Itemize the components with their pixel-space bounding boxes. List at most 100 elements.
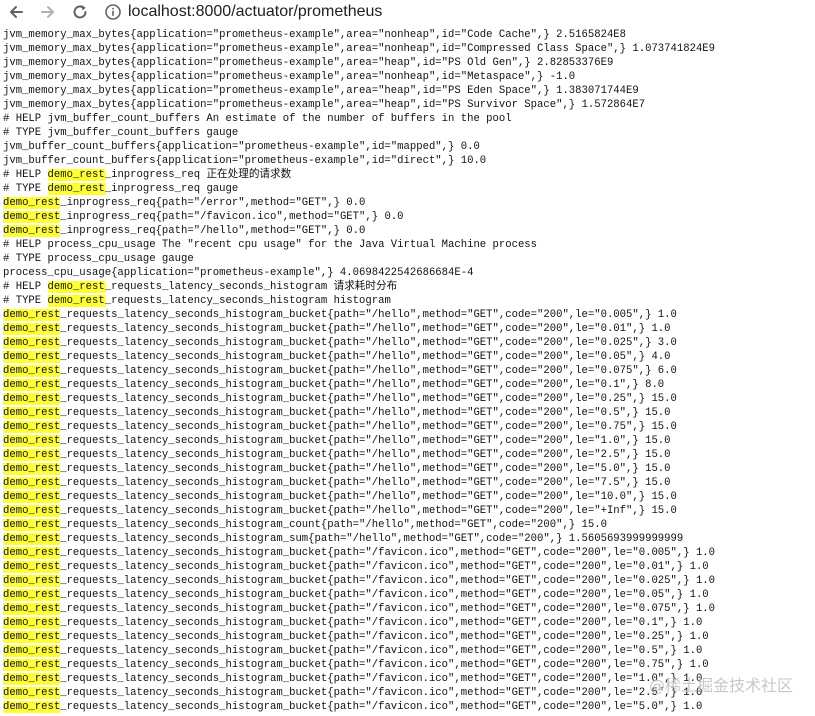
metric-line: demo_rest_requests_latency_seconds_histo… [0, 434, 815, 448]
arrow-left-icon [10, 6, 23, 18]
metric-line: demo_rest_requests_latency_seconds_histo… [0, 462, 815, 476]
metric-line: # HELP process_cpu_usage The "recent cpu… [0, 238, 815, 252]
metric-line: demo_rest_inprogress_req{path="/error",m… [0, 196, 815, 210]
address-bar[interactable]: localhost:8000/actuator/prometheus [104, 0, 382, 24]
metric-line: demo_rest_inprogress_req{path="/hello",m… [0, 224, 815, 238]
metric-line: jvm_memory_max_bytes{application="promet… [0, 42, 815, 56]
search-highlight: demo_rest [3, 519, 61, 531]
metric-line-prefix: # HELP [3, 281, 48, 293]
search-highlight: demo_rest [47, 169, 105, 181]
search-highlight: demo_rest [3, 351, 61, 363]
browser-toolbar: localhost:8000/actuator/prometheus [0, 0, 815, 24]
metric-line-text: jvm_buffer_count_buffers{application="pr… [3, 141, 480, 153]
search-highlight: demo_rest [3, 589, 61, 601]
watermark: @稀土掘金技术社区 [648, 676, 793, 695]
metric-line-text: _requests_latency_seconds_histogram_buck… [60, 351, 671, 363]
metric-line: jvm_buffer_count_buffers{application="pr… [0, 154, 815, 168]
metric-line-text: _inprogress_req{path="/favicon.ico",meth… [60, 211, 404, 223]
search-highlight: demo_rest [3, 477, 61, 489]
metric-line: jvm_memory_max_bytes{application="promet… [0, 56, 815, 70]
metric-line-text: _requests_latency_seconds_histogram_buck… [60, 337, 677, 349]
info-circle-icon[interactable] [104, 3, 122, 21]
metric-line-text: _requests_latency_seconds_histogram_buck… [60, 631, 709, 643]
search-highlight: demo_rest [3, 435, 61, 447]
search-highlight: demo_rest [3, 701, 61, 713]
metric-line-text: _requests_latency_seconds_histogram_buck… [60, 393, 677, 405]
search-highlight: demo_rest [3, 449, 61, 461]
search-highlight: demo_rest [3, 505, 61, 517]
url-text[interactable]: localhost:8000/actuator/prometheus [128, 3, 382, 21]
metric-line-text: jvm_memory_max_bytes{application="promet… [3, 43, 716, 55]
search-highlight: demo_rest [3, 533, 61, 545]
search-highlight: demo_rest [3, 407, 61, 419]
metric-line: demo_rest_requests_latency_seconds_histo… [0, 588, 815, 602]
metric-line: demo_rest_requests_latency_seconds_histo… [0, 504, 815, 518]
metric-line: # HELP demo_rest_inprogress_req 正在处理的请求数 [0, 168, 815, 182]
metric-line: demo_rest_requests_latency_seconds_histo… [0, 546, 815, 560]
metric-line-text: # TYPE process_cpu_usage gauge [3, 253, 194, 265]
metric-line: # HELP jvm_buffer_count_buffers An estim… [0, 112, 815, 126]
search-highlight: demo_rest [47, 295, 105, 307]
metric-line-text: _requests_latency_seconds_histogram_buck… [60, 673, 703, 685]
metric-line: # TYPE process_cpu_usage gauge [0, 252, 815, 266]
metric-line-text: _requests_latency_seconds_histogram_buck… [60, 309, 677, 321]
metric-line-text: jvm_memory_max_bytes{application="promet… [3, 29, 627, 41]
metric-line: demo_rest_requests_latency_seconds_histo… [0, 644, 815, 658]
metric-line: jvm_memory_max_bytes{application="promet… [0, 84, 815, 98]
metric-line-text: _requests_latency_seconds_histogram_buck… [60, 379, 665, 391]
forward-button[interactable] [32, 0, 64, 24]
search-highlight: demo_rest [3, 379, 61, 391]
metric-line: demo_rest_requests_latency_seconds_histo… [0, 308, 815, 322]
metric-line-text: _requests_latency_seconds_histogram hist… [104, 295, 391, 307]
metric-line: # TYPE demo_rest_inprogress_req gauge [0, 182, 815, 196]
metric-line: demo_rest_requests_latency_seconds_histo… [0, 336, 815, 350]
search-highlight: demo_rest [3, 687, 61, 699]
metric-line: jvm_memory_max_bytes{application="promet… [0, 98, 815, 112]
metrics-text-content: jvm_memory_max_bytes{application="promet… [0, 28, 815, 716]
metric-line: # TYPE demo_rest_requests_latency_second… [0, 294, 815, 308]
metric-line: demo_rest_requests_latency_seconds_histo… [0, 658, 815, 672]
metric-line-text: _requests_latency_seconds_histogram_sum{… [60, 533, 684, 545]
search-highlight: demo_rest [3, 561, 61, 573]
metric-line: demo_rest_requests_latency_seconds_histo… [0, 574, 815, 588]
search-highlight: demo_rest [3, 421, 61, 433]
metric-line-text: process_cpu_usage{application="prometheu… [3, 267, 474, 279]
metric-line-text: jvm_memory_max_bytes{application="promet… [3, 99, 646, 111]
metric-line-text: _requests_latency_seconds_histogram_buck… [60, 365, 677, 377]
metric-line-text: _requests_latency_seconds_histogram_buck… [60, 491, 677, 503]
metric-line: demo_rest_inprogress_req{path="/favicon.… [0, 210, 815, 224]
search-highlight: demo_rest [3, 617, 61, 629]
metric-line: demo_rest_requests_latency_seconds_histo… [0, 490, 815, 504]
reload-icon [73, 5, 87, 19]
search-highlight: demo_rest [3, 225, 61, 237]
metric-line-text: _requests_latency_seconds_histogram_buck… [60, 505, 677, 517]
metric-line-text: _requests_latency_seconds_histogram_buck… [60, 449, 671, 461]
metric-line: # HELP demo_rest_requests_latency_second… [0, 280, 815, 294]
metric-line: demo_rest_requests_latency_seconds_histo… [0, 560, 815, 574]
search-highlight: demo_rest [3, 603, 61, 615]
search-highlight: demo_rest [3, 659, 61, 671]
metric-line-prefix: # TYPE [3, 183, 48, 195]
metric-line: demo_rest_requests_latency_seconds_histo… [0, 630, 815, 644]
metric-line: process_cpu_usage{application="prometheu… [0, 266, 815, 280]
metric-line-text: _requests_latency_seconds_histogram_buck… [60, 477, 671, 489]
metric-line-text: _inprogress_req{path="/hello",method="GE… [60, 225, 366, 237]
metric-line-text: _requests_latency_seconds_histogram_buck… [60, 421, 677, 433]
metric-line: jvm_buffer_count_buffers{application="pr… [0, 140, 815, 154]
back-button[interactable] [0, 0, 32, 24]
metric-line-text: jvm_memory_max_bytes{application="promet… [3, 85, 639, 97]
metric-line-text: _requests_latency_seconds_histogram_buck… [60, 603, 716, 615]
metric-line-text: _requests_latency_seconds_histogram_buck… [60, 323, 671, 335]
metric-line-text: _requests_latency_seconds_histogram_buck… [60, 687, 703, 699]
search-highlight: demo_rest [3, 631, 61, 643]
search-highlight: demo_rest [3, 211, 61, 223]
metric-line-text: jvm_memory_max_bytes{application="promet… [3, 71, 576, 83]
reload-button[interactable] [64, 0, 96, 24]
metric-line: demo_rest_requests_latency_seconds_histo… [0, 700, 815, 714]
metric-line-text: _requests_latency_seconds_histogram_buck… [60, 659, 709, 671]
metric-line: demo_rest_requests_latency_seconds_histo… [0, 532, 815, 546]
metric-line-text: jvm_buffer_count_buffers{application="pr… [3, 155, 487, 167]
search-highlight: demo_rest [3, 463, 61, 475]
search-highlight: demo_rest [3, 673, 61, 685]
metric-line-text: # HELP jvm_buffer_count_buffers An estim… [3, 113, 512, 125]
